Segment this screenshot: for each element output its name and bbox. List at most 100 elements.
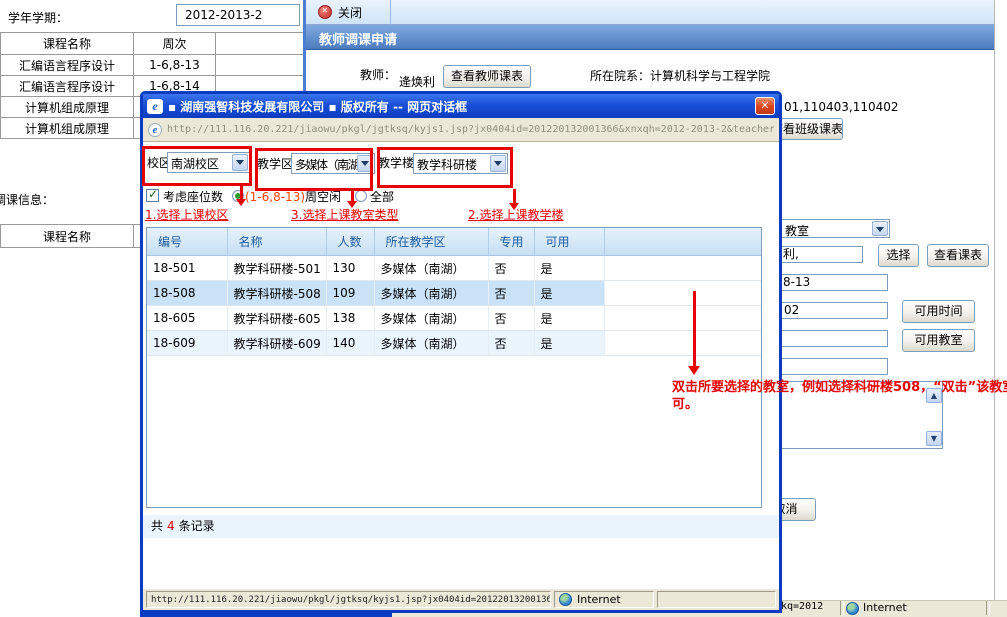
status-separator xyxy=(986,601,990,615)
cell-course: 汇编语言程序设计 xyxy=(1,76,134,97)
cell-dedicated: 否 xyxy=(488,331,534,356)
dialog-url: http://111.116.20.221/jiaowu/pkgl/jgtksq… xyxy=(167,124,774,135)
cell-course: 计算机组成原理 xyxy=(1,97,134,118)
cell-course: 汇编语言程序设计 xyxy=(1,55,134,76)
room-row[interactable]: 18-501 教学科研楼-501 130 多媒体（南湖） 否 是 xyxy=(147,256,761,281)
room-type-select[interactable]: 教室 xyxy=(770,219,890,238)
cell-area: 多媒体（南湖） xyxy=(374,281,488,306)
week-free-weeks: (1-6,8-13) xyxy=(245,190,305,204)
cell-name: 教学科研楼-609 xyxy=(227,331,326,356)
dialog-status-bar: http://111.116.20.221/jiaowu/pkgl/jgtksq… xyxy=(143,588,779,610)
room-row-selected[interactable]: 18-508 教学科研楼-508 109 多媒体（南湖） 否 是 xyxy=(147,281,761,306)
week-free-rest: 周空闲 xyxy=(305,190,341,204)
room-row[interactable]: 18-605 教学科研楼-605 138 多媒体（南湖） 否 是 xyxy=(147,306,761,331)
col-dedicated: 专用 xyxy=(488,228,534,256)
record-suffix: 条记录 xyxy=(179,519,215,533)
status-zone-text: Internet xyxy=(863,601,907,614)
available-time-button[interactable]: 可用时间 xyxy=(902,300,975,323)
col-empty xyxy=(216,33,304,55)
annotation-arrow-head xyxy=(236,199,246,211)
teacher-label: 教师： xyxy=(360,66,396,83)
cell-code: 18-508 xyxy=(147,281,227,306)
cell-area: 多媒体（南湖） xyxy=(374,331,488,356)
dialog-address-bar: e http://111.116.20.221/jiaowu/pkgl/jgtk… xyxy=(143,118,779,142)
cell-capacity: 140 xyxy=(326,331,374,356)
dialog-title-bar: e ▪ 湖南强智科技发展有限公司 ▪ 版权所有 -- 网页对话框 ✕ xyxy=(143,94,779,118)
department-text: 所在院系：计算机科学与工程学院 xyxy=(590,67,770,84)
info-col-course: 课程名称 xyxy=(1,225,134,248)
cell-dedicated: 否 xyxy=(488,256,534,281)
cell-filler xyxy=(604,331,761,356)
view-schedule-button[interactable]: 查看课表 xyxy=(927,244,989,267)
cell-filler xyxy=(604,281,761,306)
cell-dedicated: 否 xyxy=(488,306,534,331)
weeks-field[interactable]: 8-13 xyxy=(765,274,888,291)
teacher-name: 逄焕利 xyxy=(399,73,435,90)
annotation-arrow-line xyxy=(351,188,354,202)
cell-dedicated: 否 xyxy=(488,281,534,306)
cell-available: 是 xyxy=(534,331,604,356)
col-available: 可用 xyxy=(534,228,604,256)
cell-available: 是 xyxy=(534,306,604,331)
seat-checkbox-label: 考虑座位数 xyxy=(163,188,223,205)
seat-checkbox[interactable] xyxy=(146,189,159,202)
annotation-step2: 2.选择上课教学楼 xyxy=(468,206,563,223)
ie-page-icon: e xyxy=(147,99,163,114)
cell-capacity: 109 xyxy=(326,281,374,306)
annotation-long-arrow-line xyxy=(693,291,696,367)
empty-field-2[interactable] xyxy=(765,358,888,375)
annotation-step3: 3.选择上课教室类型 xyxy=(291,206,398,223)
col-weeks: 周次 xyxy=(134,33,216,55)
choose-button[interactable]: 选择 xyxy=(878,244,919,267)
cell-available: 是 xyxy=(534,281,604,306)
scroll-down-icon[interactable]: ▼ xyxy=(926,431,942,446)
record-count-band: 共4 条记录 xyxy=(143,515,779,538)
col-capacity: 人数 xyxy=(326,228,374,256)
dialog-status-spacer xyxy=(657,591,776,608)
close-tab[interactable]: 关闭 xyxy=(338,4,362,21)
annotation-tip-line2: 可。 xyxy=(672,393,698,412)
term-input[interactable]: 2012-2013-2 xyxy=(176,4,300,26)
dialog-close-button[interactable]: ✕ xyxy=(755,97,775,115)
page-header-band: 教师调课申请 xyxy=(306,25,994,50)
annotation-arrow-line xyxy=(240,186,243,200)
annotation-box-area xyxy=(255,148,373,191)
cell-weeks: 1-6,8-13 xyxy=(134,55,216,76)
status-url-fragment: kq=2012 xyxy=(781,601,823,612)
internet-globe-icon xyxy=(559,593,572,606)
annotation-box-campus xyxy=(142,146,252,186)
annotation-tip-line1: 双击所要选择的教室，例如选择科研楼508，“双击”该教室即 xyxy=(672,376,1007,395)
classroom-table: 编号 名称 人数 所在教学区 专用 可用 18-501 教学科研楼-501 13… xyxy=(147,228,761,356)
internet-globe-icon xyxy=(846,602,859,615)
close-circle-icon xyxy=(318,5,332,19)
col-area: 所在教学区 xyxy=(374,228,488,256)
term-label: 学年学期： xyxy=(8,9,68,26)
room-row[interactable]: 18-609 教学科研楼-609 140 多媒体（南湖） 否 是 xyxy=(147,331,761,356)
cell-name: 教学科研楼-508 xyxy=(227,281,326,306)
status-separator xyxy=(840,601,844,615)
cell-area: 多媒体（南湖） xyxy=(374,256,488,281)
record-prefix: 共 xyxy=(151,519,163,533)
cell-capacity: 138 xyxy=(326,306,374,331)
room-type-value: 教室 xyxy=(785,222,809,238)
page-title: 教师调课申请 xyxy=(319,29,397,48)
table-row[interactable]: 汇编语言程序设计 1-6,8-13 xyxy=(1,55,304,76)
view-teacher-schedule-button[interactable]: 查看教师课表 xyxy=(443,65,531,88)
dialog-status-url: http://111.116.20.221/jiaowu/pkgl/jgtksq… xyxy=(146,591,551,608)
dialog-bottom-edge xyxy=(140,613,392,617)
annotation-arrow-line xyxy=(513,189,516,204)
chevron-down-icon[interactable] xyxy=(872,221,888,236)
id-field[interactable]: 02 xyxy=(765,302,888,319)
cell-code: 18-605 xyxy=(147,306,227,331)
ie-url-icon: e xyxy=(148,123,162,137)
empty-field-1[interactable] xyxy=(765,330,888,347)
col-code: 编号 xyxy=(147,228,227,256)
record-count: 4 xyxy=(167,519,175,533)
cell-course: 计算机组成原理 xyxy=(1,118,134,139)
cell-name: 教学科研楼-605 xyxy=(227,306,326,331)
available-room-button[interactable]: 可用教室 xyxy=(902,329,975,352)
tab-separator xyxy=(390,0,391,25)
cell-name: 教学科研楼-501 xyxy=(227,256,326,281)
zone-text: Internet xyxy=(577,593,621,606)
screen: 学年学期： 2012-2013-2 课程名称 周次 汇编语言程序设计 1-6,8… xyxy=(0,0,1007,617)
